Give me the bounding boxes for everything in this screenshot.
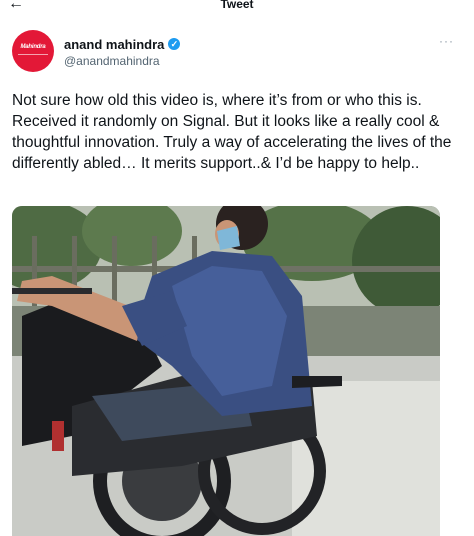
verified-badge-icon: ✓ bbox=[168, 38, 181, 50]
avatar-logo-line bbox=[18, 54, 48, 55]
user-handle[interactable]: @anandmahindra bbox=[64, 54, 160, 68]
more-options-icon[interactable]: ··· bbox=[439, 34, 454, 48]
name-row: anand mahindra ✓ bbox=[64, 36, 181, 52]
display-name[interactable]: anand mahindra bbox=[64, 37, 164, 52]
video-frame bbox=[12, 206, 440, 536]
tweet-header: Mahindra anand mahindra ✓ @anandmahindra… bbox=[12, 30, 462, 74]
avatar[interactable]: Mahindra bbox=[12, 30, 54, 72]
top-bar: ← Tweet bbox=[0, 0, 474, 18]
tweet-video[interactable] bbox=[12, 206, 440, 536]
page-title: Tweet bbox=[220, 0, 254, 11]
avatar-logo-text: Mahindra bbox=[20, 44, 46, 50]
tweet-text: Not sure how old this video is, where it… bbox=[12, 92, 452, 172]
